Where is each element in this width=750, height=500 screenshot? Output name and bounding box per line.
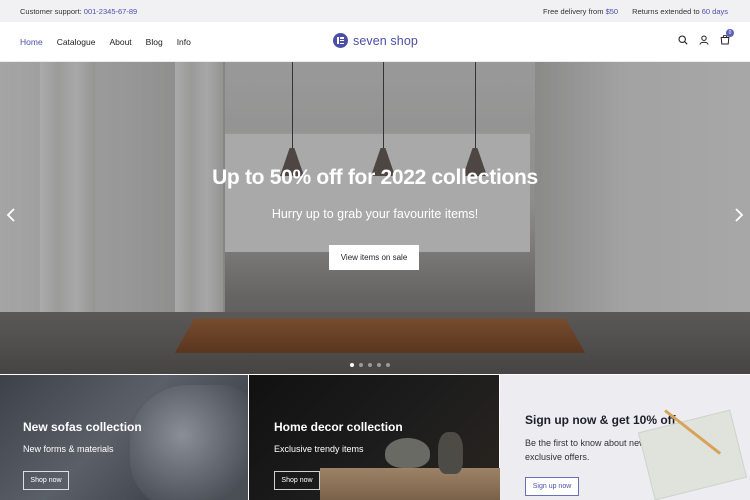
nav-info[interactable]: Info	[177, 37, 191, 47]
nav-about[interactable]: About	[109, 37, 131, 47]
site-logo[interactable]: seven shop	[333, 33, 418, 48]
card-title: Sign up now & get 10% off	[525, 413, 676, 427]
returns-label: Returns extended to	[632, 7, 700, 16]
free-delivery-info: Free delivery from $50	[543, 7, 618, 16]
main-nav: Home Catalogue About Blog Info	[20, 37, 191, 47]
slider-dot[interactable]	[368, 363, 372, 367]
sofa-image-decor	[130, 385, 248, 500]
site-header: Home Catalogue About Blog Info seven sho…	[0, 22, 750, 62]
hero-subtitle: Hurry up to grab your favourite items!	[271, 207, 479, 221]
slider-dot[interactable]	[350, 363, 354, 367]
nav-catalogue[interactable]: Catalogue	[57, 37, 96, 47]
top-info-bar: Customer support: 001-2345-67-89 Free de…	[0, 0, 750, 22]
support-phone-link[interactable]: 001-2345-67-89	[84, 7, 137, 16]
card-subtitle: New forms & materials	[23, 444, 114, 454]
logo-mark-icon	[333, 33, 348, 48]
hero-slider: Up to 50% off for 2022 collections Hurry…	[0, 62, 750, 374]
search-icon[interactable]	[678, 35, 688, 45]
card-subtitle: Exclusive trendy items	[274, 444, 364, 454]
delivery-value: $50	[605, 7, 619, 16]
nav-home[interactable]: Home	[20, 37, 43, 47]
delivery-label: Free delivery from	[543, 7, 604, 16]
promo-card-sofas: New sofas collection New forms & materia…	[0, 375, 248, 500]
slider-dot[interactable]	[377, 363, 381, 367]
support-label: Customer support:	[20, 7, 82, 16]
vase-decor	[385, 438, 430, 468]
slider-dot[interactable]	[359, 363, 363, 367]
chevron-right-icon[interactable]	[734, 208, 744, 227]
shop-now-button[interactable]: Shop now	[274, 471, 320, 490]
chevron-left-icon[interactable]	[6, 208, 16, 227]
header-actions: 0	[678, 29, 734, 45]
user-icon[interactable]	[699, 35, 709, 45]
customer-support: Customer support: 001-2345-67-89	[20, 7, 137, 16]
card-title: New sofas collection	[23, 420, 142, 434]
brand-name: seven shop	[353, 33, 418, 48]
slider-dot[interactable]	[386, 363, 390, 367]
card-title: Home decor collection	[274, 420, 403, 434]
returns-info: Returns extended to 60 days	[632, 7, 728, 16]
nav-blog[interactable]: Blog	[146, 37, 163, 47]
shelf-decor	[320, 468, 500, 500]
cart-count-badge: 0	[726, 29, 734, 37]
returns-value: 60 days	[701, 7, 728, 16]
shop-now-button[interactable]: Shop now	[23, 471, 69, 490]
slider-pagination	[350, 363, 390, 367]
vase-decor	[438, 432, 463, 474]
cart-icon[interactable]: 0	[720, 29, 734, 45]
view-sale-button[interactable]: View items on sale	[329, 245, 419, 270]
hero-title: Up to 50% off for 2022 collections	[212, 166, 538, 189]
sign-up-button[interactable]: Sign up now	[525, 477, 579, 496]
